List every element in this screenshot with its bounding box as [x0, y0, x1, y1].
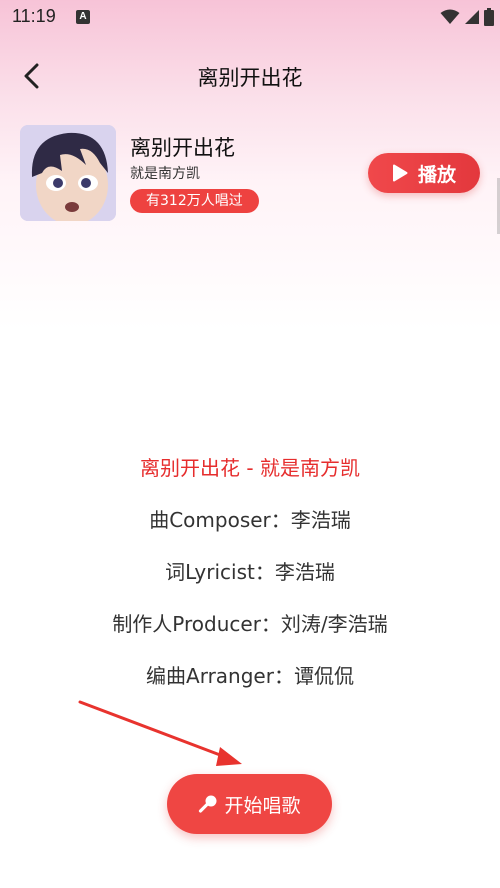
wifi-icon: [440, 9, 460, 24]
status-bar: 11:19 A: [0, 0, 500, 34]
battery-icon: [484, 8, 494, 26]
start-singing-label: 开始唱歌: [224, 794, 301, 817]
status-time: 11:19: [12, 6, 56, 26]
lyric-line-active: 离别开出花 - 就是南方凯: [140, 456, 360, 480]
start-singing-button[interactable]: 开始唱歌: [167, 774, 332, 834]
album-cover-image: [20, 125, 116, 221]
signal-icon: [465, 10, 479, 24]
song-artist[interactable]: 就是南方凯: [130, 163, 200, 183]
play-button[interactable]: 播放: [368, 153, 480, 193]
lyric-line: 制作人Producer：刘涛/李浩瑞: [112, 612, 388, 636]
lyric-line: 编曲Arranger：谭侃侃: [146, 664, 354, 688]
sung-count-badge: 有312万人唱过: [130, 189, 259, 213]
lyric-line: 词Lyricist：李浩瑞: [165, 560, 335, 584]
notification-a-icon: A: [76, 10, 90, 24]
lyric-line: 曲Composer：李浩瑞: [149, 508, 351, 532]
status-icons: [440, 8, 494, 26]
play-button-label: 播放: [417, 163, 456, 186]
header: 离别开出花: [0, 50, 500, 102]
page-title: 离别开出花: [197, 66, 303, 90]
play-icon: [392, 164, 408, 182]
song-card: 离别开出花 就是南方凯 有312万人唱过 播放: [20, 125, 480, 221]
lyrics-panel[interactable]: 离别开出花 - 就是南方凯 曲Composer：李浩瑞 词Lyricist：李浩…: [0, 448, 500, 723]
album-art[interactable]: [20, 125, 116, 221]
song-title: 离别开出花: [130, 136, 235, 160]
microphone-icon: [199, 795, 217, 813]
